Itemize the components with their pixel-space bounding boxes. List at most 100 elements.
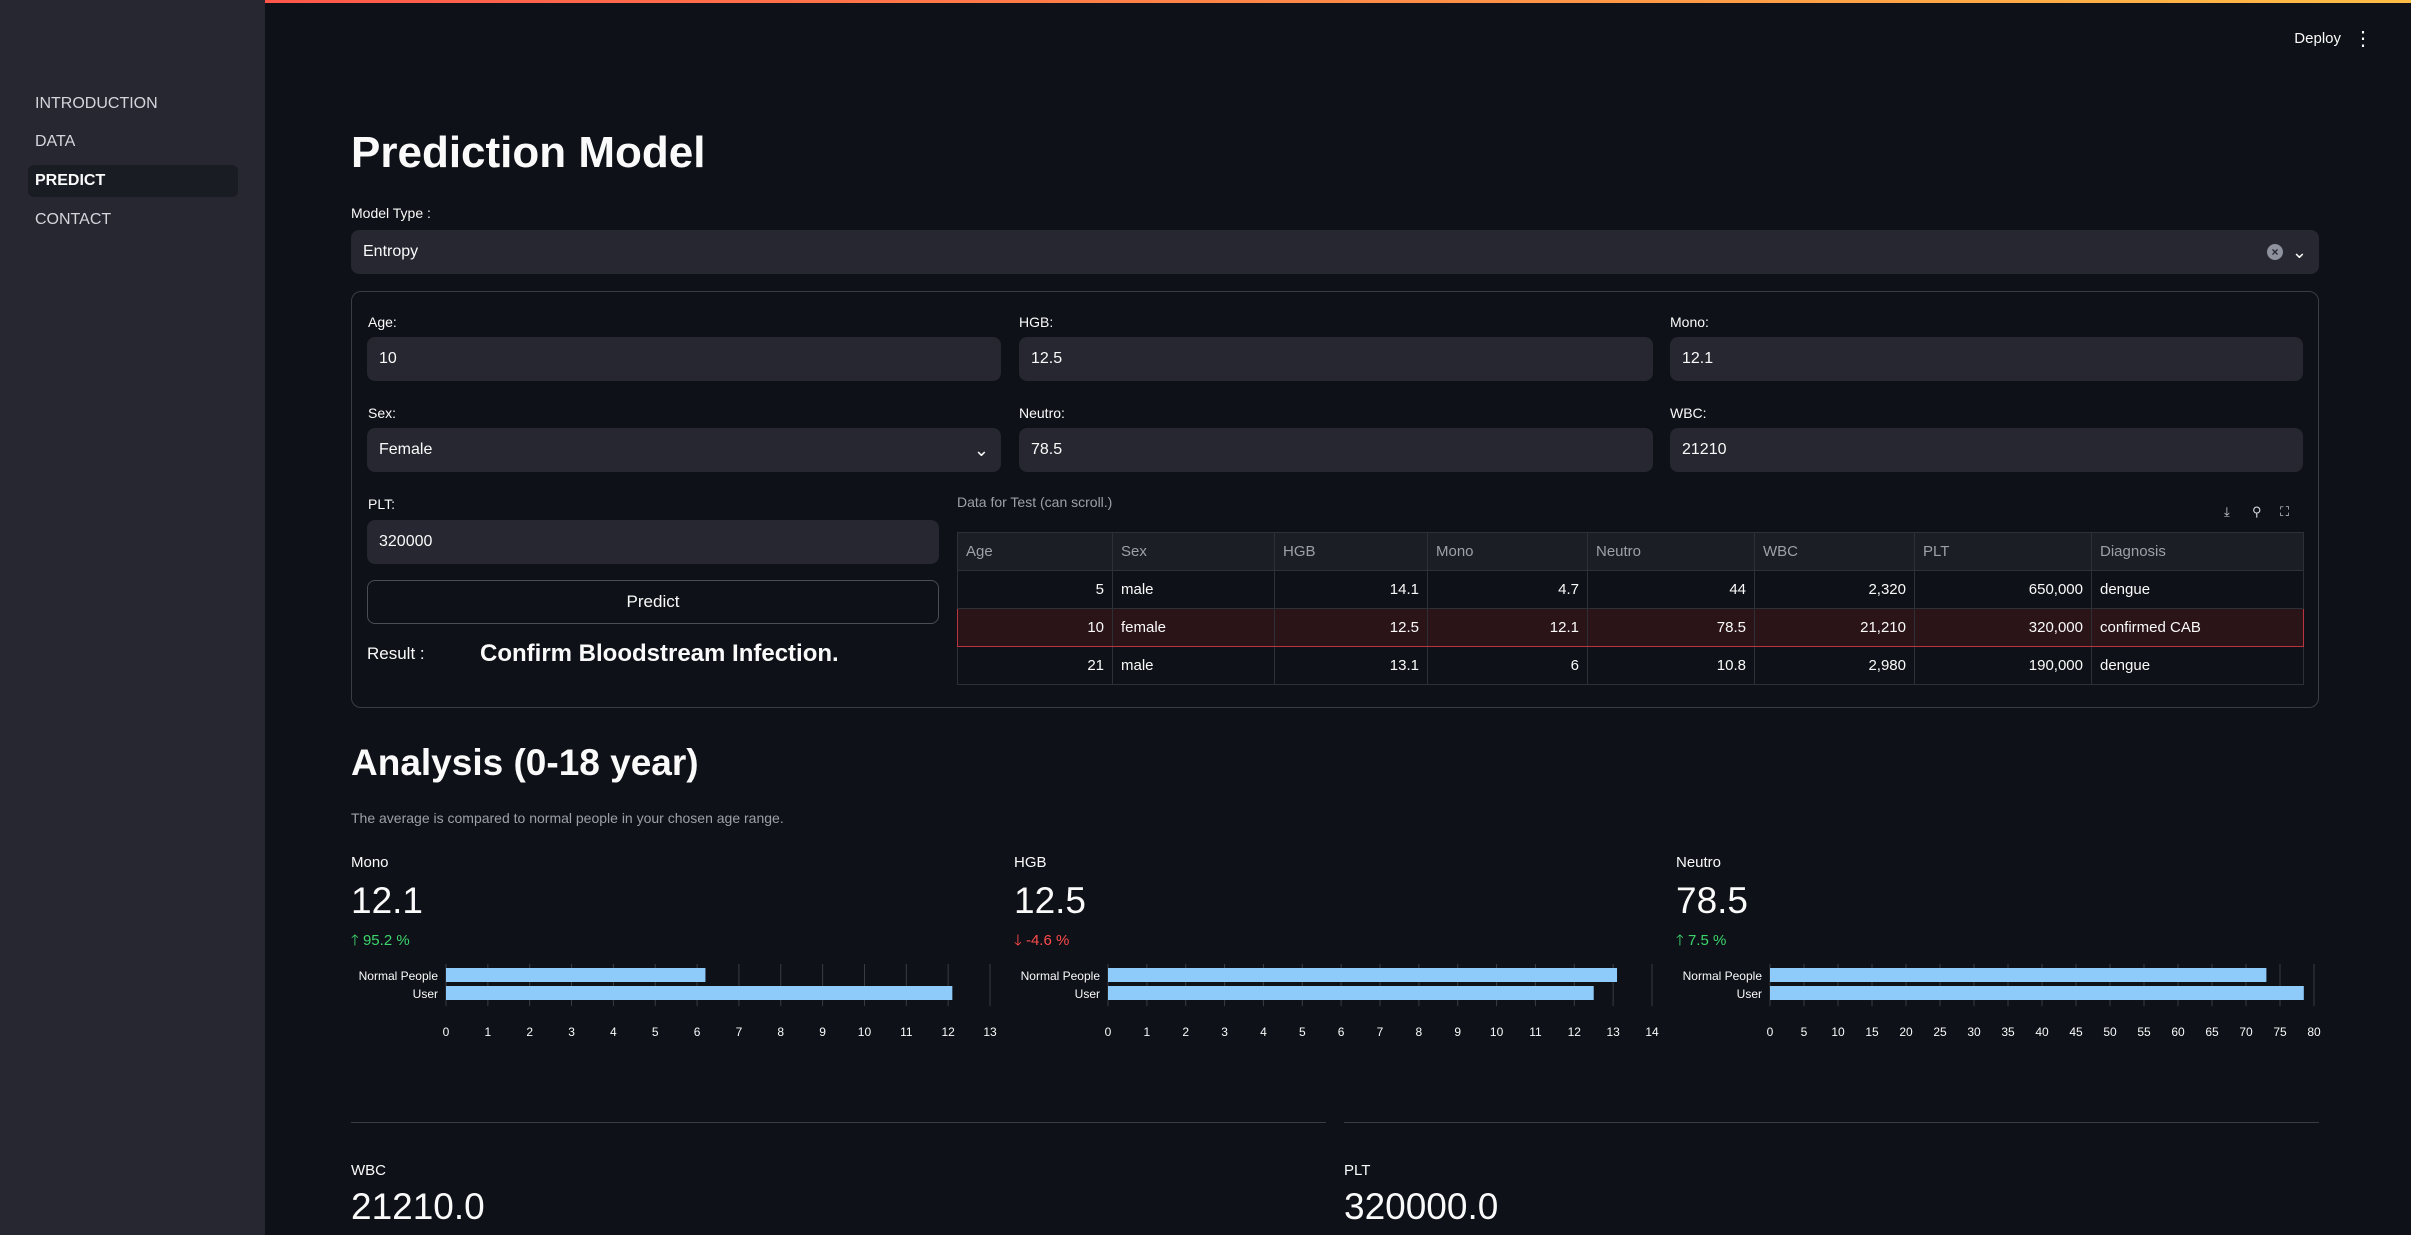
tick-label: 6 bbox=[694, 1025, 701, 1039]
sidebar-item-introduction[interactable]: INTRODUCTION bbox=[28, 88, 238, 120]
category-label: User bbox=[413, 987, 438, 1001]
tick-label: 70 bbox=[2239, 1025, 2253, 1039]
column-header[interactable]: Age bbox=[957, 532, 1113, 571]
tick-label: 11 bbox=[1529, 1025, 1542, 1039]
table-cell[interactable]: 5 bbox=[957, 570, 1113, 609]
deploy-button[interactable]: Deploy bbox=[2294, 30, 2341, 47]
column-header[interactable]: PLT bbox=[1914, 532, 2092, 571]
hgb-input[interactable]: 12.5 bbox=[1019, 337, 1653, 381]
model-type-select[interactable]: Entropy × ⌄ bbox=[351, 230, 2319, 274]
table-row[interactable]: 21 male 13.1 6 10.8 2,980 190,000 dengue bbox=[957, 646, 2304, 685]
neutro-input[interactable]: 78.5 bbox=[1019, 428, 1653, 472]
search-icon[interactable]: ⚲ bbox=[2252, 504, 2262, 520]
table-header-row: Age Sex HGB Mono Neutro WBC PLT Diagnosi… bbox=[957, 532, 2304, 571]
column-header[interactable]: Neutro bbox=[1587, 532, 1755, 571]
bar bbox=[1770, 968, 2267, 982]
main-menu-icon[interactable]: ⋮ bbox=[2353, 26, 2373, 51]
table-cell[interactable]: female bbox=[1112, 608, 1275, 647]
column-header[interactable]: Sex bbox=[1112, 532, 1275, 571]
fullscreen-icon[interactable]: ⛶ bbox=[2280, 504, 2289, 520]
table-cell[interactable]: 12.1 bbox=[1427, 608, 1588, 647]
sidebar-item-predict[interactable]: PREDICT bbox=[28, 165, 238, 197]
sidebar-item-data[interactable]: DATA bbox=[28, 126, 238, 158]
tick-label: 35 bbox=[2001, 1025, 2015, 1039]
tick-label: 3 bbox=[1221, 1025, 1228, 1039]
column-header[interactable]: WBC bbox=[1754, 532, 1915, 571]
category-label: User bbox=[1737, 987, 1762, 1001]
predict-button[interactable]: Predict bbox=[367, 580, 939, 624]
result-label: Result : bbox=[367, 644, 425, 663]
metric-label-plt: PLT bbox=[1344, 1162, 1371, 1179]
sex-label: Sex: bbox=[368, 405, 397, 421]
tick-label: 75 bbox=[2273, 1025, 2287, 1039]
mono-input[interactable]: 12.1 bbox=[1670, 337, 2303, 381]
plt-input[interactable]: 320000 bbox=[367, 520, 939, 564]
analysis-caption: The average is compared to normal people… bbox=[351, 810, 784, 826]
chevron-down-icon[interactable]: ⌄ bbox=[974, 428, 989, 472]
table-cell[interactable]: male bbox=[1112, 646, 1275, 685]
wbc-label: WBC: bbox=[1670, 405, 1707, 421]
table-cell[interactable]: 190,000 bbox=[1914, 646, 2092, 685]
table-cell[interactable]: confirmed CAB bbox=[2091, 608, 2304, 647]
tick-label: 1 bbox=[1144, 1025, 1151, 1039]
tick-label: 0 bbox=[443, 1025, 450, 1039]
age-input[interactable]: 10 bbox=[367, 337, 1001, 381]
column-header[interactable]: Diagnosis bbox=[2091, 532, 2304, 571]
table-cell[interactable]: 21 bbox=[957, 646, 1113, 685]
table-cell[interactable]: 14.1 bbox=[1274, 570, 1428, 609]
column-header[interactable]: Mono bbox=[1427, 532, 1588, 571]
wbc-input[interactable]: 21210 bbox=[1670, 428, 2303, 472]
download-icon[interactable]: ⤓ bbox=[2224, 504, 2230, 520]
table-cell[interactable]: 2,980 bbox=[1754, 646, 1915, 685]
table-row-highlighted[interactable]: 10 female 12.5 12.1 78.5 21,210 320,000 … bbox=[957, 608, 2304, 647]
tick-label: 20 bbox=[1899, 1025, 1913, 1039]
model-type-label: Model Type : bbox=[351, 205, 431, 221]
table-cell[interactable]: 10 bbox=[957, 608, 1113, 647]
column-header[interactable]: HGB bbox=[1274, 532, 1428, 571]
tick-label: 10 bbox=[858, 1025, 872, 1039]
tick-label: 10 bbox=[1831, 1025, 1845, 1039]
table-cell[interactable]: dengue bbox=[2091, 570, 2304, 609]
tick-label: 14 bbox=[1645, 1025, 1659, 1039]
age-label: Age: bbox=[368, 314, 397, 330]
table-cell[interactable]: 44 bbox=[1587, 570, 1755, 609]
chevron-down-icon[interactable]: ⌄ bbox=[2292, 230, 2307, 274]
sex-value: Female bbox=[379, 441, 433, 458]
table-cell[interactable]: 10.8 bbox=[1587, 646, 1755, 685]
tick-label: 6 bbox=[1338, 1025, 1345, 1039]
table-cell[interactable]: 6 bbox=[1427, 646, 1588, 685]
sex-select[interactable]: Female ⌄ bbox=[367, 428, 1001, 472]
bar bbox=[1770, 986, 2304, 1000]
sidebar-item-contact[interactable]: CONTACT bbox=[28, 204, 238, 236]
tick-label: 0 bbox=[1105, 1025, 1112, 1039]
tick-label: 12 bbox=[1568, 1025, 1582, 1039]
tick-label: 5 bbox=[1299, 1025, 1306, 1039]
table-cell[interactable]: 4.7 bbox=[1427, 570, 1588, 609]
table-cell[interactable]: 320,000 bbox=[1914, 608, 2092, 647]
tick-label: 7 bbox=[736, 1025, 743, 1039]
arrow-up-icon: 🡑 bbox=[351, 932, 363, 949]
table-row[interactable]: 5 male 14.1 4.7 44 2,320 650,000 dengue bbox=[957, 570, 2304, 609]
table-cell[interactable]: dengue bbox=[2091, 646, 2304, 685]
table-cell[interactable]: 78.5 bbox=[1587, 608, 1755, 647]
category-label: Normal People bbox=[1021, 969, 1101, 983]
table-cell[interactable]: 2,320 bbox=[1754, 570, 1915, 609]
table-cell[interactable]: 13.1 bbox=[1274, 646, 1428, 685]
clear-icon[interactable]: × bbox=[2267, 244, 2283, 260]
table-cell[interactable]: 650,000 bbox=[1914, 570, 2092, 609]
analysis-title: Analysis (0-18 year) bbox=[351, 742, 699, 783]
category-label: User bbox=[1075, 987, 1100, 1001]
test-data-table[interactable]: Age Sex HGB Mono Neutro WBC PLT Diagnosi… bbox=[957, 532, 2304, 685]
hgb-label: HGB: bbox=[1019, 314, 1054, 330]
metric-delta-mono: 🡑 95.2 % bbox=[351, 932, 410, 949]
page-title: Prediction Model bbox=[351, 128, 706, 177]
table-cell[interactable]: 12.5 bbox=[1274, 608, 1428, 647]
tick-label: 5 bbox=[1801, 1025, 1808, 1039]
tick-label: 4 bbox=[610, 1025, 617, 1039]
plt-label: PLT: bbox=[368, 496, 395, 512]
table-cell[interactable]: 21,210 bbox=[1754, 608, 1915, 647]
tick-label: 11 bbox=[900, 1025, 913, 1039]
tick-label: 65 bbox=[2205, 1025, 2219, 1039]
table-cell[interactable]: male bbox=[1112, 570, 1275, 609]
mono-comparison-chart: 0 1 2 3 4 5 6 7 8 9 10 11 12 13Normal PeopleUser bbox=[359, 964, 997, 1039]
